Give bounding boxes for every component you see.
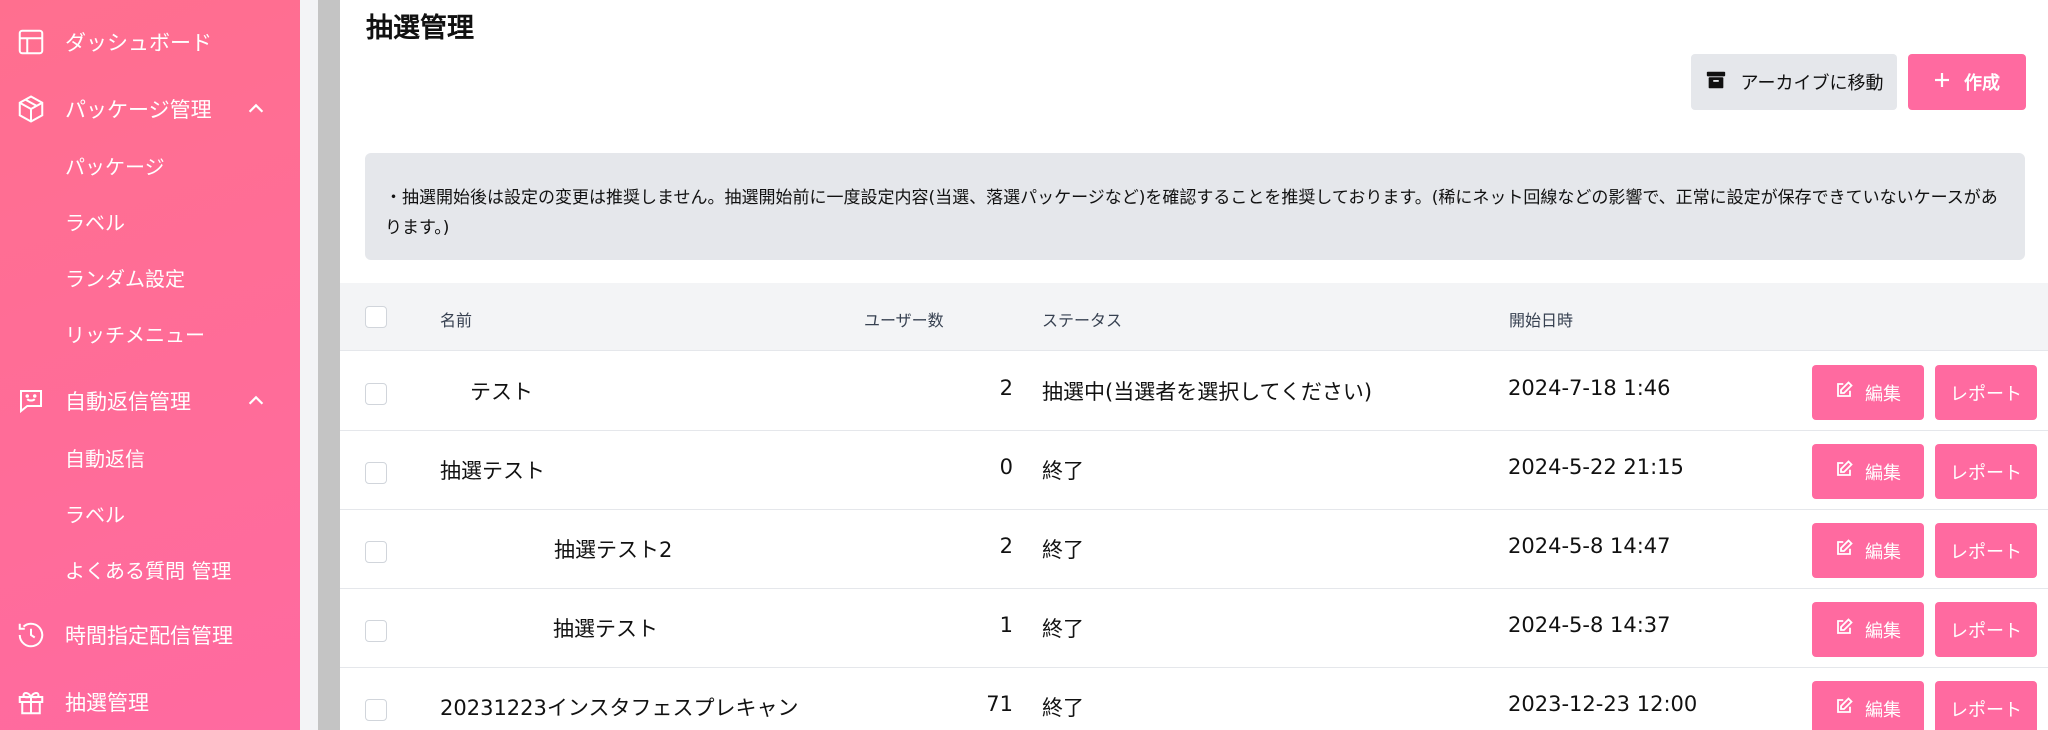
row-checkbox[interactable]: [365, 699, 387, 721]
report-button[interactable]: レポート: [1935, 602, 2037, 657]
scroll-rail: [318, 0, 340, 730]
plus-icon: [1934, 72, 1950, 93]
edit-icon: [1835, 697, 1853, 720]
clock-history-icon: [15, 619, 47, 651]
table-row: 抽選テスト2 2 終了 2024-5-8 14:47 編集 レポート: [340, 510, 2048, 589]
edit-button-label: 編集: [1865, 462, 1901, 484]
main-content: 抽選管理 アーカイブに移動 作成 ・抽選開始後は設定の変更は推奨しません。抽選開…: [340, 0, 2048, 730]
edit-button[interactable]: 編集: [1812, 444, 1924, 499]
sidebar-subitem-label[interactable]: ラベル: [65, 207, 125, 236]
sidebar-item-label: 時間指定配信管理: [65, 624, 233, 648]
sidebar-item-package-management[interactable]: パッケージ管理: [0, 89, 300, 129]
report-button[interactable]: レポート: [1935, 523, 2037, 578]
row-status: 抽選中(当選者を選択してください): [1042, 380, 1373, 404]
row-status: 終了: [1042, 459, 1084, 483]
sidebar-item-auto-reply-management[interactable]: 自動返信管理: [0, 381, 300, 421]
package-icon: [15, 93, 47, 125]
sidebar-item-label: 抽選管理: [65, 691, 149, 715]
notice-box: ・抽選開始後は設定の変更は推奨しません。抽選開始前に一度設定内容(当選、落選パッ…: [365, 153, 2025, 260]
row-start-datetime: 2023-12-23 12:00: [1508, 692, 1698, 716]
chat-smile-icon: [15, 385, 47, 417]
row-status: 終了: [1042, 617, 1084, 641]
sidebar-subitem-rich-menu[interactable]: リッチメニュー: [65, 319, 205, 348]
row-start-datetime: 2024-5-22 21:15: [1508, 455, 1684, 479]
row-name: 20231223インスタフェスプレキャン: [440, 696, 799, 720]
table-row: 抽選テスト 0 終了 2024-5-22 21:15 編集 レポート: [340, 431, 2048, 510]
sidebar-item-dashboard[interactable]: ダッシュボード: [0, 22, 300, 62]
select-all-checkbox[interactable]: [365, 306, 387, 328]
row-start-datetime: 2024-5-8 14:37: [1508, 613, 1671, 637]
create-button-label: 作成: [1964, 73, 2000, 94]
row-user-count: 2: [999, 534, 1013, 558]
row-user-count: 2: [999, 376, 1013, 400]
edit-button[interactable]: 編集: [1812, 365, 1924, 420]
sidebar-subitem-label[interactable]: ラベル: [65, 499, 125, 528]
sidebar-subitem-random-settings[interactable]: ランダム設定: [65, 263, 185, 292]
row-user-count: 0: [999, 455, 1013, 479]
row-checkbox[interactable]: [365, 383, 387, 405]
column-header-users[interactable]: ユーザー数: [864, 307, 944, 331]
sidebar: ダッシュボード パッケージ管理 パッケージ ラベル ランダム設定 リッチメニュー…: [0, 0, 300, 730]
sidebar-subitem-auto-reply[interactable]: 自動返信: [65, 443, 145, 472]
edit-icon: [1835, 381, 1853, 404]
sidebar-item-scheduled-delivery[interactable]: 時間指定配信管理: [0, 615, 300, 655]
page-title: 抽選管理: [366, 13, 474, 44]
column-header-start[interactable]: 開始日時: [1509, 307, 1573, 331]
archive-box-icon: [1705, 69, 1727, 96]
table-row: 抽選テスト 1 終了 2024-5-8 14:37 編集 レポート: [340, 589, 2048, 668]
row-name: テスト: [470, 380, 533, 404]
row-status: 終了: [1042, 538, 1084, 562]
edit-icon: [1835, 618, 1853, 641]
report-button[interactable]: レポート: [1935, 365, 2037, 420]
column-header-status[interactable]: ステータス: [1042, 307, 1122, 331]
table-header: 名前 ユーザー数 ステータス 開始日時: [340, 283, 2048, 351]
row-name: 抽選テスト: [553, 617, 658, 641]
chevron-up-icon[interactable]: [245, 390, 267, 412]
gift-icon: [15, 686, 47, 718]
edit-icon: [1835, 539, 1853, 562]
edit-button-label: 編集: [1865, 541, 1901, 563]
row-checkbox[interactable]: [365, 541, 387, 563]
sidebar-item-label: パッケージ管理: [65, 98, 212, 122]
sidebar-item-label: 自動返信管理: [65, 390, 191, 414]
sidebar-subitem-package[interactable]: パッケージ: [65, 151, 165, 180]
edit-button-label: 編集: [1865, 620, 1901, 642]
column-header-name[interactable]: 名前: [440, 307, 472, 331]
row-user-count: 71: [986, 692, 1013, 716]
table-row: テスト 2 抽選中(当選者を選択してください) 2024-7-18 1:46 編…: [340, 352, 2048, 431]
sidebar-gutter: [300, 0, 318, 730]
table-row: 20231223インスタフェスプレキャン 71 終了 2023-12-23 12…: [340, 668, 2048, 730]
edit-button-label: 編集: [1865, 383, 1901, 405]
create-button[interactable]: 作成: [1908, 54, 2026, 110]
row-start-datetime: 2024-7-18 1:46: [1508, 376, 1671, 400]
row-start-datetime: 2024-5-8 14:47: [1508, 534, 1671, 558]
edit-button[interactable]: 編集: [1812, 681, 1924, 730]
row-checkbox[interactable]: [365, 620, 387, 642]
row-checkbox[interactable]: [365, 462, 387, 484]
row-user-count: 1: [999, 613, 1013, 637]
edit-button-label: 編集: [1865, 699, 1901, 721]
edit-button[interactable]: 編集: [1812, 523, 1924, 578]
row-name: 抽選テスト: [440, 459, 545, 483]
report-button[interactable]: レポート: [1935, 444, 2037, 499]
chevron-up-icon[interactable]: [245, 98, 267, 120]
row-name: 抽選テスト2: [554, 538, 673, 562]
sidebar-subitem-faq-management[interactable]: よくある質問 管理: [65, 555, 231, 584]
report-button[interactable]: レポート: [1935, 681, 2037, 730]
edit-button[interactable]: 編集: [1812, 602, 1924, 657]
sidebar-item-lottery-management[interactable]: 抽選管理: [0, 682, 300, 722]
archive-button[interactable]: アーカイブに移動: [1691, 54, 1897, 110]
edit-icon: [1835, 460, 1853, 483]
row-status: 終了: [1042, 696, 1084, 720]
layout-icon: [15, 26, 47, 58]
archive-button-label: アーカイブに移動: [1740, 73, 1884, 94]
sidebar-item-label: ダッシュボード: [65, 31, 212, 55]
